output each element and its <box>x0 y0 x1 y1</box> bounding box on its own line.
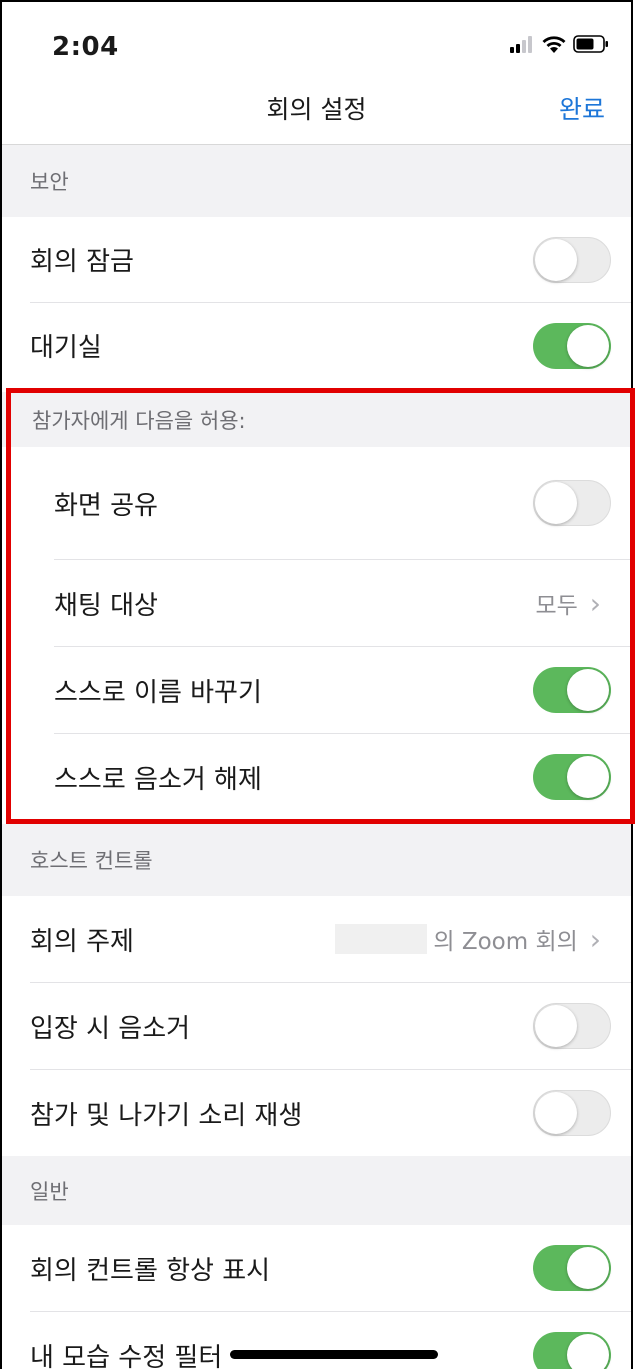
meeting-topic-value-text: 의 Zoom 회의 <box>433 929 578 955</box>
section-header-security: 보안 <box>2 145 631 217</box>
unmute-self-label: 스스로 음소거 해제 <box>54 764 262 795</box>
toggle-knob <box>567 1334 609 1369</box>
toggle-knob <box>567 756 609 798</box>
done-button[interactable]: 완료 <box>559 90 605 126</box>
waiting-room-toggle[interactable] <box>533 322 611 369</box>
cellular-signal-icon <box>510 36 532 53</box>
chevron-right-icon: › <box>589 922 601 956</box>
wifi-icon <box>542 36 566 53</box>
mute-on-entry-row[interactable]: 입장 시 음소거 <box>2 983 631 1069</box>
settings-screen: 2:04 회의 설정 완료 보안 회의 잠금 대기실 참가자에게 다음을 허용:… <box>0 0 633 1369</box>
always-show-controls-toggle[interactable] <box>533 1245 611 1291</box>
always-show-controls-row[interactable]: 회의 컨트롤 항상 표시 <box>2 1225 631 1311</box>
section-header-host-controls: 호스트 컨트롤 <box>2 824 631 896</box>
toggle-knob <box>567 324 609 367</box>
system-icons <box>509 34 609 54</box>
entry-exit-chime-label: 참가 및 나가기 소리 재생 <box>30 1100 303 1131</box>
meeting-topic-row[interactable]: 회의 주제 의 Zoom 회의 › <box>2 896 631 982</box>
screen-share-label: 화면 공유 <box>54 490 158 521</box>
unmute-self-row[interactable]: 스스로 음소거 해제 <box>2 734 631 820</box>
meeting-topic-value: 의 Zoom 회의 › <box>335 922 601 956</box>
rename-self-row[interactable]: 스스로 이름 바꾸기 <box>2 647 631 733</box>
entry-exit-chime-row[interactable]: 참가 및 나가기 소리 재생 <box>2 1070 631 1156</box>
chat-with-label: 채팅 대상 <box>54 590 158 621</box>
battery-icon <box>573 35 608 53</box>
touch-up-appearance-row[interactable]: 내 모습 수정 필터 <box>2 1312 631 1369</box>
meeting-topic-label: 회의 주제 <box>30 926 134 957</box>
touch-up-appearance-label: 내 모습 수정 필터 <box>30 1342 223 1370</box>
touch-up-appearance-toggle[interactable] <box>533 1332 611 1369</box>
chat-with-row[interactable]: 채팅 대상 모두 › <box>2 560 631 646</box>
waiting-room-label: 대기실 <box>30 333 102 363</box>
status-bar: 2:04 <box>2 2 631 66</box>
screen-share-row[interactable]: 화면 공유 <box>2 447 631 559</box>
page-title: 회의 설정 <box>266 95 367 124</box>
meeting-topic-value-wrap: 의 Zoom 회의 <box>335 922 578 956</box>
meeting-lock-toggle[interactable] <box>533 236 611 283</box>
screen-share-toggle[interactable] <box>533 480 611 526</box>
mute-on-entry-label: 입장 시 음소거 <box>30 1013 191 1044</box>
entry-exit-chime-toggle[interactable] <box>533 1090 611 1136</box>
chat-with-value: 모두 › <box>535 586 601 620</box>
mute-on-entry-toggle[interactable] <box>533 1003 611 1049</box>
section-header-general: 일반 <box>2 1156 631 1225</box>
toggle-knob <box>567 1247 609 1289</box>
toggle-knob <box>535 238 577 281</box>
chat-with-value-text: 모두 <box>535 593 578 619</box>
meeting-lock-row[interactable]: 회의 잠금 <box>2 217 631 302</box>
redacted-name <box>335 924 428 954</box>
toggle-knob <box>535 1005 577 1047</box>
waiting-room-row[interactable]: 대기실 <box>2 303 631 388</box>
rename-self-toggle[interactable] <box>533 667 611 713</box>
always-show-controls-label: 회의 컨트롤 항상 표시 <box>30 1255 271 1286</box>
unmute-self-toggle[interactable] <box>533 754 611 800</box>
toggle-knob <box>567 669 609 711</box>
home-indicator[interactable] <box>230 1350 438 1359</box>
status-time: 2:04 <box>52 32 119 62</box>
toggle-knob <box>535 1092 577 1134</box>
chevron-right-icon: › <box>589 586 601 620</box>
toggle-knob <box>535 482 577 524</box>
rename-self-label: 스스로 이름 바꾸기 <box>54 677 262 708</box>
section-header-participants: 참가자에게 다음을 허용: <box>2 392 631 447</box>
meeting-lock-label: 회의 잠금 <box>30 247 134 277</box>
navigation-bar: 회의 설정 완료 <box>2 66 631 145</box>
